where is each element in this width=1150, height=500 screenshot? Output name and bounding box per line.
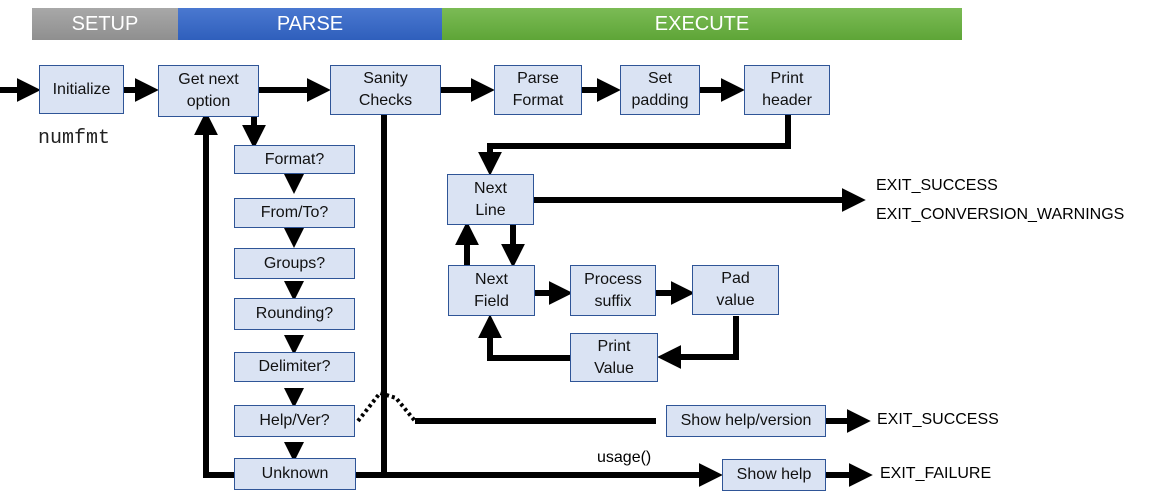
node-groups-q: Groups?	[234, 248, 355, 279]
node-pad-value: Pad value	[692, 265, 779, 315]
node-from-to-q: From/To?	[234, 198, 355, 228]
node-print-header: Print header	[744, 65, 830, 115]
node-unknown: Unknown	[234, 458, 356, 490]
node-next-field: Next Field	[448, 265, 535, 316]
node-format-q: Format?	[234, 145, 355, 174]
node-get-next-option: Get next option	[158, 65, 259, 117]
exit-success-label: EXIT_SUCCESS	[876, 177, 998, 194]
node-help-ver-q: Help/Ver?	[234, 405, 355, 437]
edge-printvalue-nextfield	[478, 314, 570, 361]
node-delimiter-q: Delimiter?	[234, 352, 355, 382]
node-set-padding: Set padding	[620, 65, 700, 115]
edge-printheader-nextline	[478, 113, 791, 176]
node-parse-format: Parse Format	[494, 65, 582, 115]
edge-pad-printvalue	[657, 316, 739, 369]
exit-conversion-warnings-label: EXIT_CONVERSION_WARNINGS	[876, 206, 1125, 223]
node-print-value: Print Value	[570, 333, 658, 382]
node-next-line: Next Line	[447, 174, 534, 225]
node-show-help: Show help	[722, 459, 826, 491]
node-initialize: Initialize	[39, 65, 124, 114]
edge-unknown-loopback	[194, 111, 235, 478]
usage-edge-label: usage()	[597, 449, 652, 466]
node-rounding-q: Rounding?	[234, 298, 355, 330]
node-show-help-version: Show help/version	[666, 405, 826, 437]
exit-help-success-label: EXIT_SUCCESS	[877, 411, 999, 428]
exit-failure-label: EXIT_FAILURE	[880, 465, 992, 482]
node-sanity-checks: Sanity Checks	[330, 65, 441, 115]
program-name-label: numfmt	[38, 127, 111, 150]
node-process-suffix: Process suffix	[570, 265, 656, 316]
